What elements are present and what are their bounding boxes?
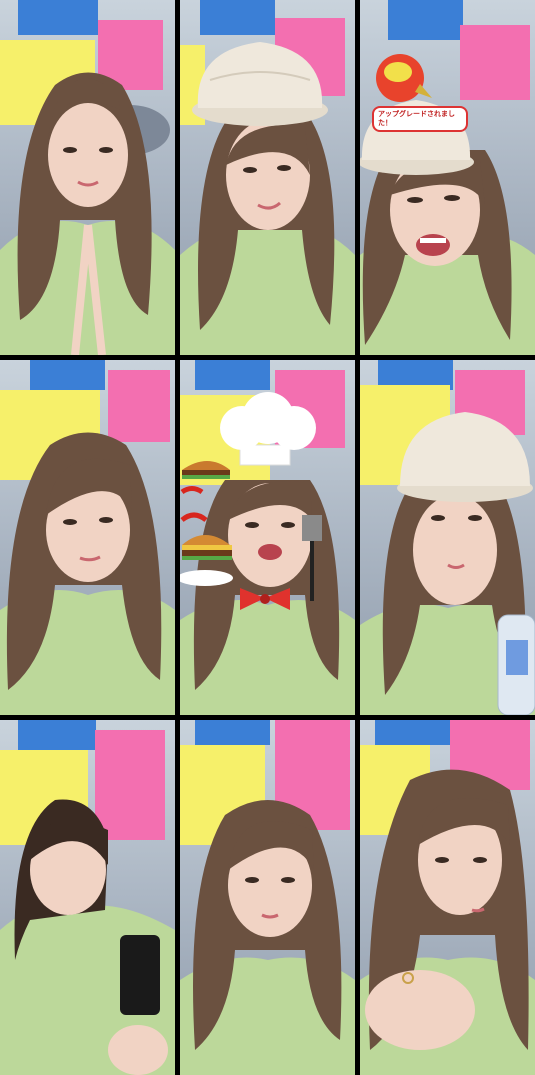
upgrade-badge: アップグレードされました！: [372, 106, 468, 132]
photo-tile-3: アップグレードされました！: [360, 0, 535, 355]
photo-tile-6: [360, 360, 535, 715]
upgrade-gift-icon: [376, 54, 432, 102]
tile-scene: [0, 720, 175, 1075]
photo-tile-4: [0, 360, 175, 715]
water-bottle-icon: [497, 614, 535, 715]
tile-scene: [0, 360, 175, 715]
photo-tile-7: [0, 720, 175, 1075]
tile-scene: [0, 0, 175, 355]
photo-tile-1: [0, 0, 175, 355]
photo-tile-5: [180, 360, 355, 715]
photo-tile-9: [360, 720, 535, 1075]
bowtie-icon: [240, 588, 290, 610]
photo-tile-8: [180, 720, 355, 1075]
cap-hat-icon: [192, 42, 328, 126]
photo-grid: アップグレードされました！: [0, 0, 535, 1075]
tile-scene: [180, 720, 355, 1075]
photo-tile-2: [180, 0, 355, 355]
tile-scene: [360, 720, 535, 1075]
